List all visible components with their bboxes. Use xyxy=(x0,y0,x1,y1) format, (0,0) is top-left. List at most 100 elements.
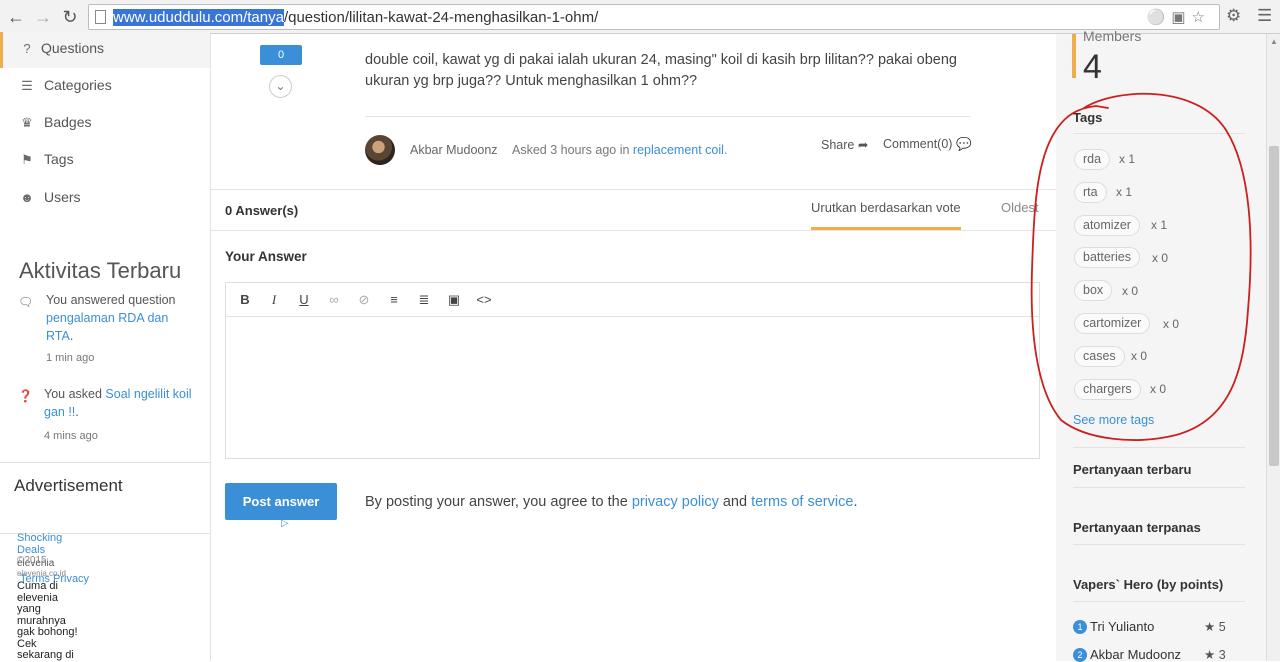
members-count: 4 xyxy=(1083,48,1102,86)
hero-item[interactable]: 1 Tri Yulianto xyxy=(1073,619,1154,634)
answer-editor[interactable]: B I U ∞ ⊘ ≡ ≣ ▣ <> xyxy=(225,282,1040,459)
left-sidebar: ? Questions ☰ Categories ♛ Badges ⚑ Tags… xyxy=(0,32,211,661)
bullet-list-icon[interactable]: ≡ xyxy=(386,292,402,308)
forward-icon[interactable]: → xyxy=(32,6,54,28)
editor-toolbar: B I U ∞ ⊘ ≡ ≣ ▣ <> xyxy=(226,283,1039,317)
privacy-policy-link[interactable]: privacy policy xyxy=(632,494,719,510)
tag-count: x 0 xyxy=(1131,349,1148,363)
list-icon: ☰ xyxy=(21,78,33,93)
translate-icon[interactable]: ▣ xyxy=(1171,9,1191,26)
omnibox-icons: ⚪▣☆ xyxy=(1147,8,1211,26)
link-icon[interactable]: ∞ xyxy=(326,292,342,308)
sidebar-item-badges[interactable]: ♛ Badges xyxy=(0,106,210,142)
post-answer-button[interactable]: Post answer xyxy=(225,483,337,520)
comment-icon: 💬 xyxy=(955,137,972,151)
tags-divider xyxy=(1073,133,1245,134)
sidebar-item-label: Questions xyxy=(41,40,105,56)
bold-icon[interactable]: B xyxy=(237,292,253,308)
tag-cases[interactable]: cases xyxy=(1074,346,1125,367)
tag-box[interactable]: box xyxy=(1074,280,1113,301)
comment-button[interactable]: Comment(0) 💬 xyxy=(883,137,972,152)
tag-chargers[interactable]: chargers xyxy=(1074,379,1141,400)
members-label: Members xyxy=(1083,28,1142,44)
tag-count: x 0 xyxy=(1122,284,1139,298)
see-more-tags-link[interactable]: See more tags xyxy=(1073,413,1154,427)
comments-icon: 🗨 xyxy=(18,295,34,309)
scroll-up-icon[interactable]: ▲ xyxy=(1270,37,1278,46)
ad-headline[interactable]: Shocking Deals xyxy=(17,532,107,556)
key-icon[interactable]: ⚪ xyxy=(1147,9,1172,26)
vote-down-icon[interactable]: ⌄ xyxy=(269,75,292,98)
reload-icon[interactable]: ↻ xyxy=(59,6,81,28)
section-divider xyxy=(1073,601,1245,602)
category-link[interactable]: replacement coil. xyxy=(633,143,728,157)
section-divider xyxy=(1073,487,1245,488)
question-body: double coil, kawat yg di pakai ialah uku… xyxy=(365,52,957,89)
sidebar-item-questions[interactable]: ? Questions xyxy=(0,32,210,68)
share-button[interactable]: Share ➦ xyxy=(821,137,868,152)
tags-icon: ⚑ xyxy=(21,152,33,167)
star-icon: ★ xyxy=(1204,648,1216,662)
hero-points: ★ 3 xyxy=(1204,648,1226,662)
tag-count: x 1 xyxy=(1116,185,1133,199)
sidebar-divider xyxy=(0,462,210,463)
tag-batteries[interactable]: batteries xyxy=(1074,247,1140,268)
hero-title: Vapers` Hero (by points) xyxy=(1073,577,1224,592)
tag-rta[interactable]: rta xyxy=(1074,182,1107,203)
hero-points: ★ 5 xyxy=(1204,620,1226,634)
back-icon[interactable]: ← xyxy=(5,6,27,28)
activity-title: Aktivitas Terbaru xyxy=(19,258,182,283)
asked-meta: Asked 3 hours ago in replacement coil. xyxy=(512,143,728,157)
terms-of-service-link[interactable]: terms of service xyxy=(751,494,853,510)
scrollbar-thumb[interactable] xyxy=(1269,146,1279,466)
menu-icon[interactable]: ☰ xyxy=(1257,6,1272,26)
activity-link[interactable]: pengalaman RDA dan RTA xyxy=(46,311,168,343)
activity-text: You answered question pengalaman RDA dan… xyxy=(46,293,176,343)
italic-icon[interactable]: I xyxy=(266,292,282,308)
adchoices-icon[interactable]: ▷ xyxy=(281,518,289,529)
url-text[interactable]: www.ududdulu.com/tanya/question/lilitan-… xyxy=(113,9,598,26)
tag-atomizer[interactable]: atomizer xyxy=(1074,215,1140,236)
activity-time: 4 mins ago xyxy=(44,430,98,442)
numbered-list-icon[interactable]: ≣ xyxy=(416,292,432,308)
hero-item[interactable]: 2 Akbar Mudoonz xyxy=(1073,647,1181,662)
sidebar-item-categories[interactable]: ☰ Categories xyxy=(0,69,210,105)
answers-count: 0 Answer(s) xyxy=(225,203,299,218)
tag-count: x 0 xyxy=(1163,317,1180,331)
sidebar-item-users[interactable]: ☻ Users xyxy=(0,181,210,217)
trophy-icon: ♛ xyxy=(21,115,33,130)
sort-oldest-tab[interactable]: Oldest xyxy=(1001,200,1039,215)
sort-by-vote-tab[interactable]: Urutkan berdasarkan vote xyxy=(811,200,961,230)
section-divider xyxy=(1073,447,1245,448)
sidebar-item-tags[interactable]: ⚑ Tags xyxy=(0,143,210,179)
question-icon: ? xyxy=(23,41,31,56)
question-divider xyxy=(365,116,970,117)
sidebar-item-label: Badges xyxy=(44,114,92,130)
author-name[interactable]: Akbar Mudoonz xyxy=(410,143,498,157)
extension-gear-icon[interactable]: ⚙ xyxy=(1226,6,1241,26)
share-icon: ➦ xyxy=(857,138,869,152)
users-icon: ☻ xyxy=(20,190,34,205)
tag-cartomizer[interactable]: cartomizer xyxy=(1074,313,1151,334)
page-icon xyxy=(95,10,106,24)
address-bar[interactable]: www.ududdulu.com/tanya/question/lilitan-… xyxy=(88,4,1220,30)
section-divider xyxy=(1073,544,1245,545)
code-icon[interactable]: <> xyxy=(476,292,492,308)
hottest-questions-tab[interactable]: Pertanyaan terpanas xyxy=(1073,520,1201,535)
bookmark-star-icon[interactable]: ☆ xyxy=(1192,9,1211,26)
tag-count: x 0 xyxy=(1152,251,1169,265)
tag-rda[interactable]: rda xyxy=(1074,149,1111,170)
question-circle-icon: ❓ xyxy=(18,389,33,403)
sidebar-item-label: Categories xyxy=(44,77,112,93)
image-icon[interactable]: ▣ xyxy=(446,292,462,308)
latest-questions-tab[interactable]: Pertanyaan terbaru xyxy=(1073,462,1192,477)
sidebar-item-label: Users xyxy=(44,189,81,205)
tag-count: x 1 xyxy=(1151,218,1168,232)
terms-notice: By posting your answer, you agree to the… xyxy=(365,494,858,510)
underline-icon[interactable]: U xyxy=(296,292,312,308)
avatar[interactable] xyxy=(365,135,395,165)
activity-time: 1 min ago xyxy=(46,352,95,364)
tags-title: Tags xyxy=(1073,110,1103,125)
unlink-icon[interactable]: ⊘ xyxy=(356,292,372,308)
page-scrollbar[interactable]: ▲ xyxy=(1266,34,1280,661)
